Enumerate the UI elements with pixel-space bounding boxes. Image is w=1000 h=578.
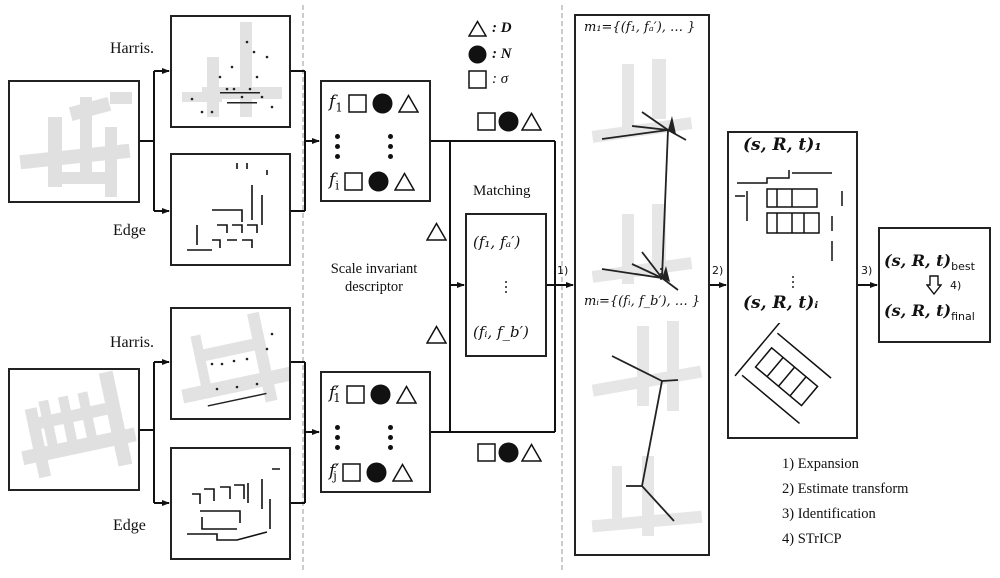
harris-label-top: Harris. xyxy=(110,40,154,57)
triangle-icon xyxy=(397,93,419,113)
matching-title: Matching xyxy=(473,183,531,199)
descriptor-row-first: f′1 xyxy=(329,383,417,405)
edge-lines-image-bottom xyxy=(187,468,280,541)
final-transform-label: (s, R, t)final xyxy=(884,301,975,323)
step-item: 1) Expansion xyxy=(782,456,859,472)
step-tag-2: 2) xyxy=(712,264,724,277)
descriptor-caption: Scale invariant descriptor xyxy=(330,261,418,295)
step-item: 4) STrICP xyxy=(782,531,842,547)
square-icon xyxy=(346,384,365,404)
match-set-mi: mᵢ={(fᵢ, f_b′), … } xyxy=(584,294,701,309)
edge-map-bottom xyxy=(170,447,291,560)
square-icon xyxy=(468,70,487,89)
harris-corners-image-bottom xyxy=(181,311,292,407)
descriptor-symbols-bottom xyxy=(477,442,542,463)
harris-label-bottom: Harris. xyxy=(110,334,154,351)
square-icon xyxy=(477,112,496,131)
vertical-ellipsis-icon xyxy=(792,276,794,288)
triangle-icon xyxy=(426,325,447,344)
descriptor-box-top: f1 fi xyxy=(320,80,431,202)
map-image-top xyxy=(19,92,132,197)
legend-item-normal: : N xyxy=(468,45,512,64)
step-tag-1: 1) xyxy=(557,264,569,277)
filled-circle-icon xyxy=(366,462,387,483)
transform-label-first: (s, R, t)₁ xyxy=(743,135,822,155)
triangle-icon xyxy=(468,20,487,37)
match-set-m1: m₁={(f₁, fₐ′), … } xyxy=(584,20,696,35)
vertical-ellipsis-icon xyxy=(335,425,340,450)
descriptor-box-bottom: f′1 f′j xyxy=(320,371,431,493)
step-tag-4: 4) xyxy=(950,279,962,292)
step-item: 2) Estimate transform xyxy=(782,481,909,497)
vertical-ellipsis-icon xyxy=(505,281,507,293)
edge-label-bottom: Edge xyxy=(113,517,146,534)
final-transform-box: (s, R, t)best 4) (s, R, t)final xyxy=(878,227,991,343)
feature-label: f′1 xyxy=(329,383,341,406)
edge-lines-image-top xyxy=(187,163,268,251)
triangle-icon xyxy=(521,443,542,462)
best-transform-label: (s, R, t)best xyxy=(884,251,975,273)
feature-label: fi xyxy=(329,170,340,193)
aligned-map-ith xyxy=(734,323,832,425)
square-icon xyxy=(348,93,367,113)
legend-item-sigma: : σ xyxy=(468,70,508,89)
descriptor-symbols-top xyxy=(477,111,542,132)
square-icon xyxy=(342,462,361,482)
edge-label-top: Edge xyxy=(113,222,146,239)
step-item: 3) Identification xyxy=(782,506,876,522)
matching-pairs-box: (f₁, fₐ′) (fᵢ, f_b′) xyxy=(465,213,547,357)
descriptor-row-last: f′j xyxy=(329,461,413,483)
square-icon xyxy=(477,443,496,462)
filled-circle-icon xyxy=(468,45,487,64)
matching-pair-first: (f₁, fₐ′) xyxy=(473,233,521,251)
aligned-map-first xyxy=(735,170,843,261)
harris-map-bottom xyxy=(170,307,292,420)
input-map-bottom xyxy=(8,368,140,491)
harris-corners-image-top xyxy=(182,22,282,117)
filled-circle-icon xyxy=(368,171,389,192)
triangle-icon xyxy=(391,462,413,482)
feature-label: f′j xyxy=(329,461,340,484)
filled-circle-icon xyxy=(498,111,519,132)
legend-item-distance: : D xyxy=(468,20,512,37)
triangle-icon xyxy=(426,222,447,241)
expansion-box: m₁={(f₁, fₐ′), … } mᵢ={(fᵢ, f_b′), … } xyxy=(574,14,710,556)
vertical-ellipsis-icon xyxy=(388,425,393,450)
matching-pair-last: (fᵢ, f_b′) xyxy=(473,323,529,341)
match-visual-m1 xyxy=(591,59,693,291)
feature-label: f1 xyxy=(329,92,343,115)
input-map-top xyxy=(8,80,140,203)
vertical-ellipsis-icon xyxy=(660,268,662,280)
vertical-ellipsis-icon xyxy=(335,134,340,159)
triangle-icon xyxy=(521,112,542,131)
edge-map-top xyxy=(170,153,291,266)
filled-circle-icon xyxy=(498,442,519,463)
steps-legend: 1) Expansion 2) Estimate transform 3) Id… xyxy=(782,452,908,552)
down-arrow-icon xyxy=(926,275,942,295)
triangle-icon xyxy=(394,171,416,191)
filled-circle-icon xyxy=(370,384,391,405)
square-icon xyxy=(344,171,363,191)
harris-map-top xyxy=(170,15,291,128)
filled-circle-icon xyxy=(372,93,393,114)
map-image-bottom xyxy=(21,370,137,479)
descriptor-row-first: f1 xyxy=(329,92,419,114)
step-tag-3: 3) xyxy=(861,264,873,277)
vertical-ellipsis-icon xyxy=(388,134,393,159)
match-visual-mi xyxy=(591,321,703,536)
descriptor-row-last: fi xyxy=(329,170,416,193)
transform-box: (s, R, t)₁ (s, R, t)ᵢ xyxy=(727,131,858,439)
transform-label-ith: (s, R, t)ᵢ xyxy=(743,293,819,313)
triangle-icon xyxy=(395,384,417,404)
